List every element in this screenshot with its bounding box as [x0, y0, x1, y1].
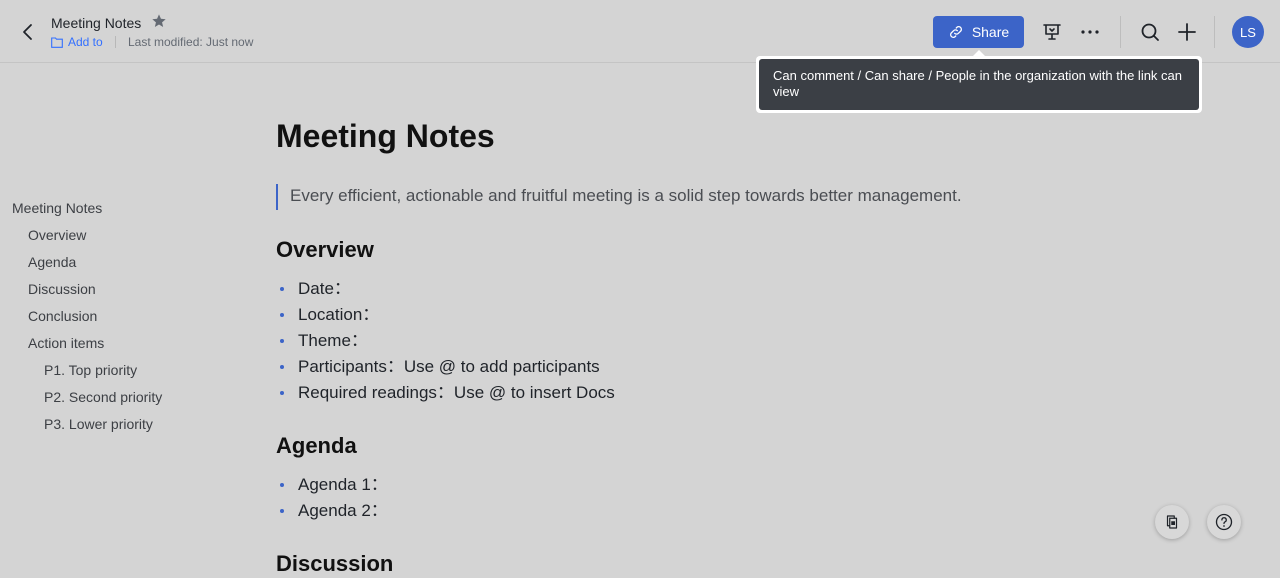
add-to-label: Add to	[68, 35, 103, 49]
top-bar: Meeting Notes Add to Last modified: Just…	[0, 0, 1280, 63]
agenda-list: Agenda 1： Agenda 2：	[278, 472, 388, 524]
quote-text[interactable]: Every efficient, actionable and fruitful…	[290, 186, 962, 206]
link-icon	[949, 26, 962, 38]
document-copy-icon	[1166, 515, 1178, 529]
star-icon[interactable]	[151, 13, 167, 29]
plus-icon[interactable]	[1175, 20, 1199, 44]
outline-item-overview[interactable]: Overview	[28, 227, 86, 243]
outline-item-meeting-notes[interactable]: Meeting Notes	[12, 200, 102, 216]
last-modified-text: Last modified: Just now	[128, 35, 254, 49]
toolbar-divider	[1214, 16, 1215, 48]
list-item[interactable]: Participants：Use @ to add participants	[278, 354, 615, 380]
list-item[interactable]: Location：	[278, 302, 615, 328]
user-avatar[interactable]: LS	[1232, 16, 1264, 48]
outline-item-discussion[interactable]: Discussion	[28, 281, 96, 297]
outline-item-p1[interactable]: P1. Top priority	[44, 362, 137, 378]
share-button[interactable]: Share	[933, 16, 1024, 48]
outline-item-action-items[interactable]: Action items	[28, 335, 104, 351]
heading-overview[interactable]: Overview	[276, 237, 374, 263]
more-options-icon[interactable]	[1078, 20, 1102, 44]
help-button[interactable]	[1207, 505, 1241, 539]
outline-item-p2[interactable]: P2. Second priority	[44, 389, 162, 405]
list-item[interactable]: Theme：	[278, 328, 615, 354]
outline-item-p3[interactable]: P3. Lower priority	[44, 416, 153, 432]
tooltip-arrow	[972, 50, 986, 57]
share-permission-tooltip: Can comment / Can share / People in the …	[756, 50, 1202, 113]
search-icon[interactable]	[1138, 20, 1162, 44]
divider	[115, 36, 116, 48]
outline-item-conclusion[interactable]: Conclusion	[28, 308, 97, 324]
presentation-icon[interactable]	[1040, 20, 1064, 44]
share-label: Share	[971, 24, 1010, 40]
outline-item-agenda[interactable]: Agenda	[28, 254, 76, 270]
overview-list: Date： Location： Theme： Participants：Use …	[278, 276, 615, 406]
toolbar-divider	[1120, 16, 1121, 48]
list-item[interactable]: Agenda 1：	[278, 472, 388, 498]
doc-title: Meeting Notes	[51, 15, 142, 31]
template-button[interactable]	[1155, 505, 1189, 539]
list-item[interactable]: Required readings：Use @ to insert Docs	[278, 380, 615, 406]
back-arrow-icon[interactable]	[16, 20, 40, 44]
list-item[interactable]: Agenda 2：	[278, 498, 388, 524]
add-to-folder-link[interactable]: Add to	[51, 35, 103, 49]
folder-icon	[51, 36, 63, 48]
list-item[interactable]: Date：	[278, 276, 615, 302]
quote-bar	[276, 184, 278, 210]
heading-agenda[interactable]: Agenda	[276, 433, 357, 459]
tooltip-text: Can comment / Can share / People in the …	[759, 59, 1199, 110]
help-icon	[1215, 513, 1233, 531]
heading-discussion[interactable]: Discussion	[276, 551, 393, 577]
document-title[interactable]: Meeting Notes	[276, 118, 495, 155]
